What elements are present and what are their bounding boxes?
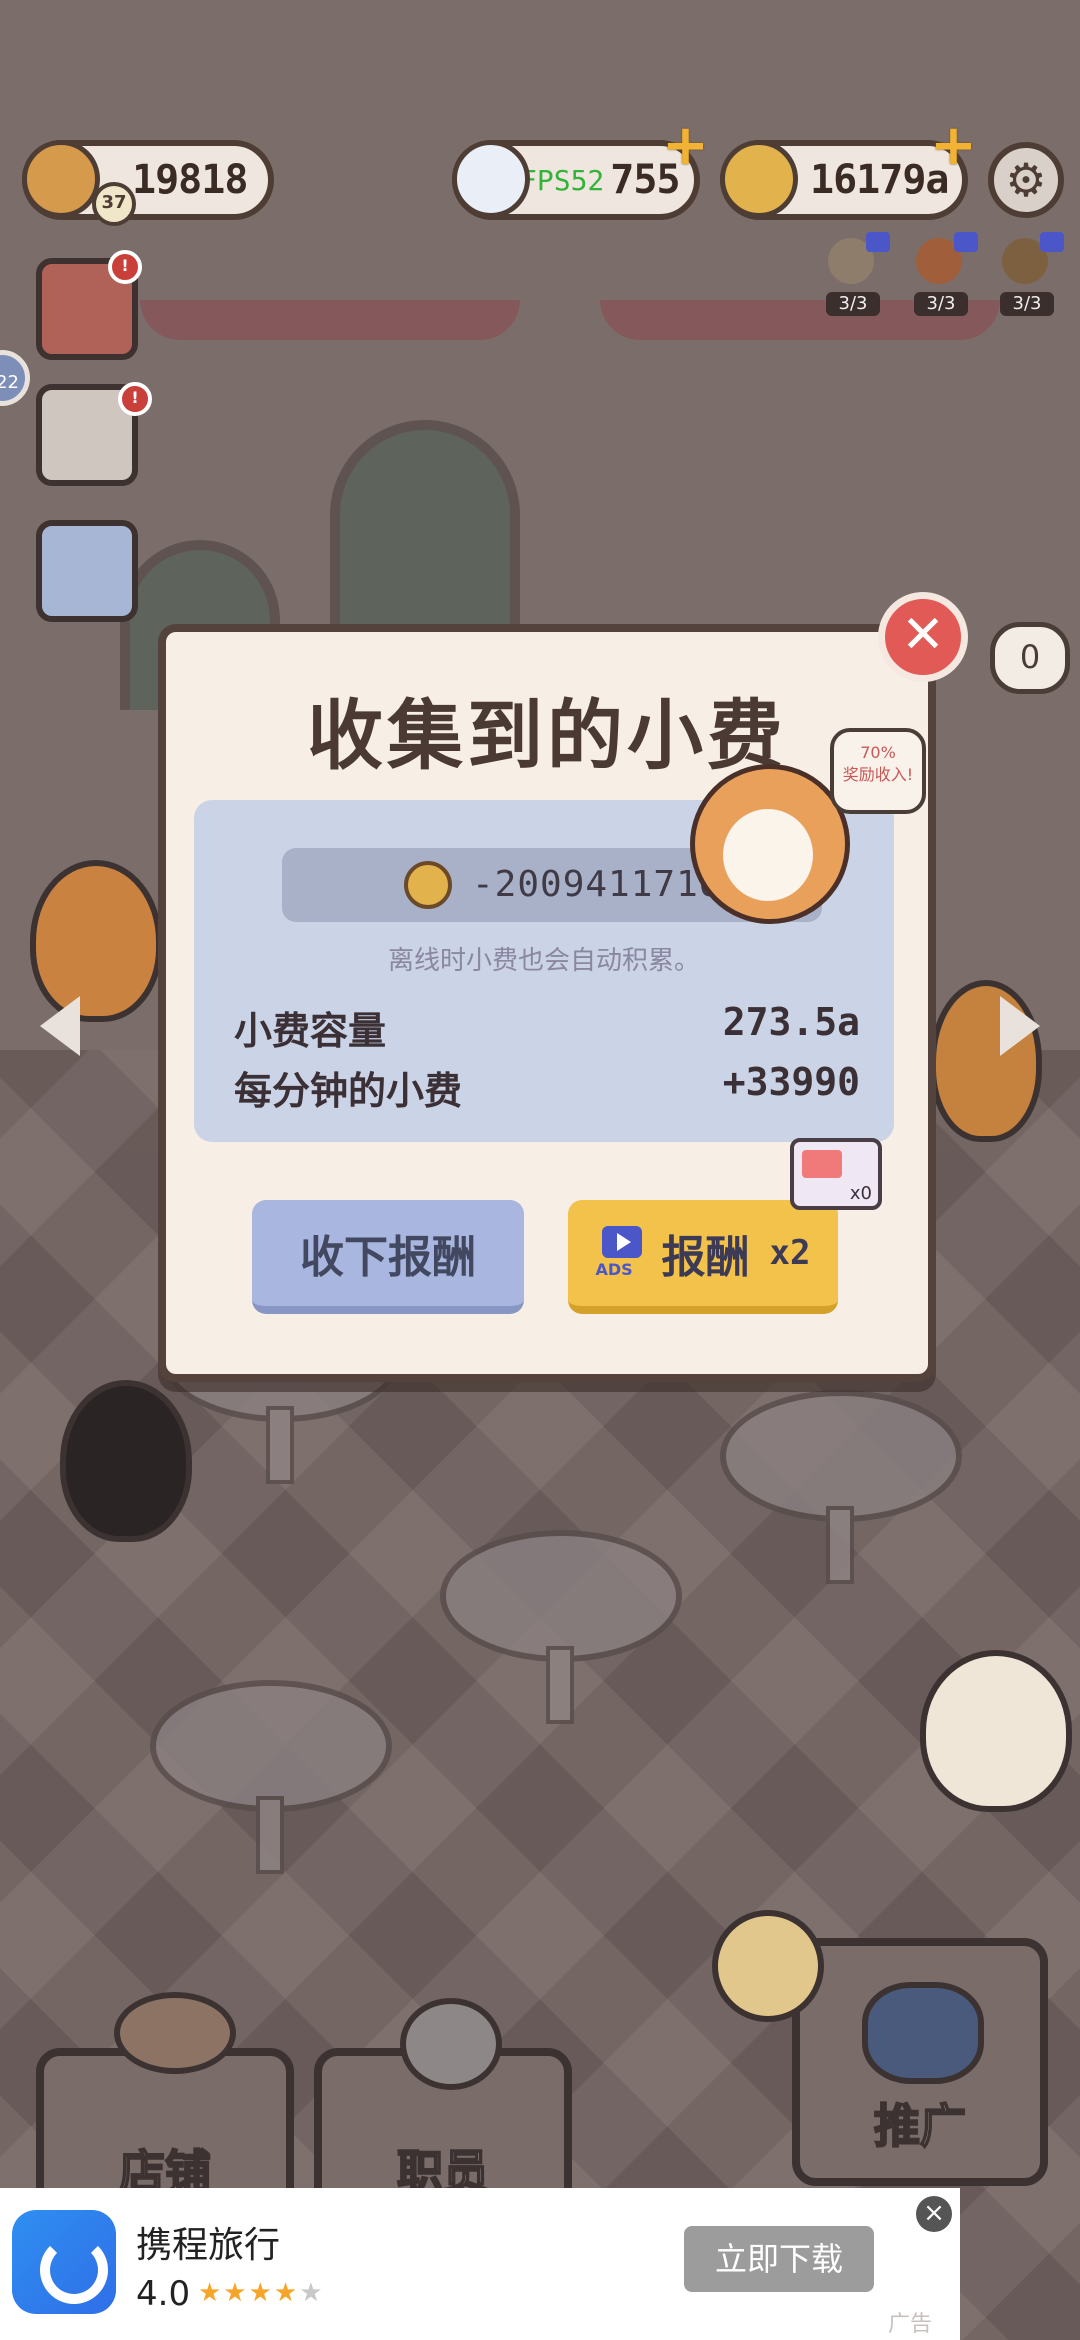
- diamond-icon: [452, 140, 530, 218]
- watch-ad-double-reward-button[interactable]: ADS 报酬 x2: [568, 1200, 838, 1314]
- cafe-table: [720, 1390, 962, 1584]
- ctrip-logo-icon: [12, 2210, 116, 2314]
- tips-collected-dialog: 收集到的小费 -2009411716 离线时小费也会自动积累。 小费容量 273…: [158, 624, 936, 1382]
- bonus-speech-bubble: 70% 奖励收入!: [830, 728, 926, 814]
- close-icon[interactable]: ✕: [878, 592, 968, 682]
- ad-banner[interactable]: 携程旅行 4.0 ★★★★★ 立即下载 ×: [0, 2188, 960, 2340]
- capacity-label: 小费容量: [234, 1009, 387, 1053]
- per-minute-value: +33990: [722, 1060, 860, 1104]
- video-ad-icon: [866, 232, 890, 252]
- ads-button-label: 报酬: [661, 1232, 750, 1283]
- ad-app-name: 携程旅行: [136, 2225, 281, 2266]
- ticket-count: x0: [849, 1183, 872, 1204]
- cat-head-icon: [400, 1998, 502, 2090]
- notification-dot: !: [118, 382, 152, 416]
- ad-close-icon[interactable]: ×: [916, 2196, 952, 2232]
- scroll-right-arrow-icon[interactable]: [1000, 996, 1040, 1056]
- add-coin-icon[interactable]: +: [930, 118, 977, 174]
- booster-slot-1[interactable]: 3/3: [822, 232, 890, 316]
- waiter-cat[interactable]: [60, 1380, 192, 1542]
- stool-icon: [114, 1992, 236, 2074]
- tips-amount: -2009411716: [472, 864, 722, 905]
- booster-slot-2[interactable]: 3/3: [910, 232, 978, 316]
- ad-tag: 广告: [888, 2312, 933, 2337]
- add-diamond-icon[interactable]: +: [662, 118, 709, 174]
- notification-dot: !: [108, 250, 142, 284]
- bread-value: 19818: [132, 157, 248, 203]
- video-ad-icon: [954, 232, 978, 252]
- offline-hint: 离线时小费也会自动积累。: [387, 946, 700, 976]
- cafe-table: [440, 1530, 682, 1724]
- collect-reward-button[interactable]: 收下报酬: [252, 1200, 524, 1314]
- promote-label: 推广: [873, 2098, 967, 2154]
- fan-icon[interactable]: [712, 1910, 824, 2022]
- ad-ticket-icon: x0: [790, 1138, 882, 1210]
- booster-count: 3/3: [1000, 292, 1054, 316]
- video-ad-icon: [1040, 232, 1064, 252]
- pomeranian-mascot: [690, 764, 850, 924]
- capacity-value: 273.5a: [722, 1000, 860, 1044]
- booster-count: 3/3: [914, 292, 968, 316]
- chef-hat-icon: [862, 1982, 984, 2084]
- dialog-title: 收集到的小费: [307, 691, 787, 780]
- bread-icon: [22, 140, 100, 218]
- capacity-row: 小费容量 273.5a: [234, 1000, 860, 1055]
- promote-button[interactable]: 推广: [792, 1938, 1048, 2186]
- ads-label: ADS: [595, 1260, 633, 1279]
- coin-icon: [404, 861, 452, 909]
- calendar-icon[interactable]: [36, 520, 138, 622]
- coin-value: 16179a: [810, 157, 949, 203]
- ads-play-icon: ADS: [596, 1224, 650, 1282]
- booster-slot-3[interactable]: 3/3: [996, 232, 1064, 316]
- level-badge: 37: [92, 182, 136, 226]
- promoter-cat[interactable]: [920, 1650, 1072, 1812]
- scroll-left-arrow-icon[interactable]: [40, 996, 80, 1056]
- bread-counter[interactable]: 37 19818: [22, 140, 274, 226]
- cafe-table: [150, 1680, 392, 1874]
- booster-count: 3/3: [826, 292, 880, 316]
- fps-overlay: FPS52: [520, 163, 605, 197]
- multiplier-label: x2: [769, 1233, 811, 1273]
- coin-icon: [720, 140, 798, 218]
- download-button[interactable]: 立即下载: [684, 2226, 874, 2292]
- per-minute-label: 每分钟的小费: [234, 1069, 463, 1113]
- star-rating-icon: ★★★★★: [198, 2278, 325, 2308]
- decor-drape: [140, 300, 520, 340]
- per-minute-row: 每分钟的小费 +33990: [234, 1060, 860, 1115]
- speech-counter[interactable]: 0: [990, 622, 1070, 694]
- ad-rating: 4.0: [136, 2274, 191, 2314]
- settings-gear-icon[interactable]: ⚙: [988, 142, 1064, 218]
